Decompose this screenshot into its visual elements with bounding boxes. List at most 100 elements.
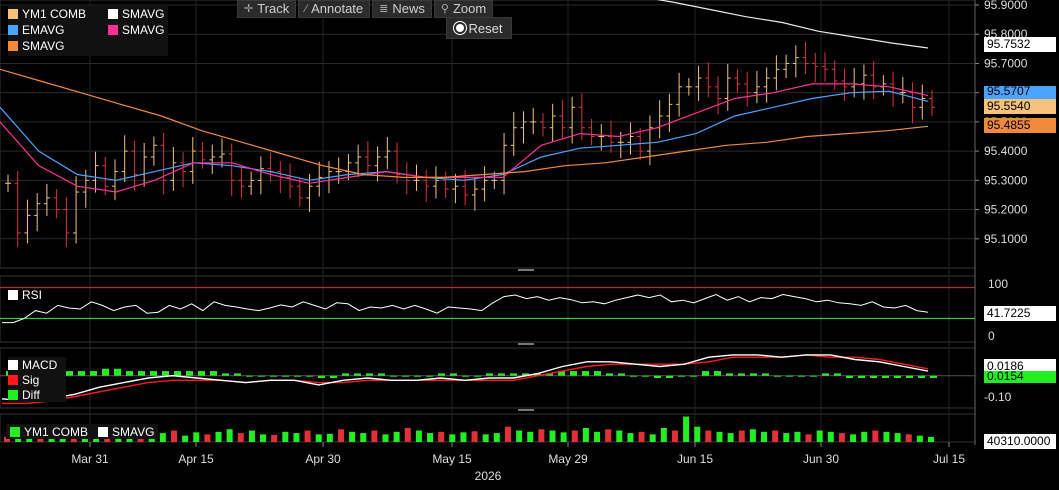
legend-item[interactable]: MACD: [8, 357, 66, 372]
legend-item[interactable]: SMAVG: [108, 6, 164, 21]
volume-bar: [293, 433, 300, 442]
macd-diff-bar: [390, 375, 397, 377]
volume-bar: [248, 430, 255, 442]
zoom-button[interactable]: ⚲ Zoom: [433, 0, 494, 18]
magnifier-icon: ⚲: [440, 3, 449, 15]
volume-bar: [170, 430, 177, 442]
legend-item[interactable]: EMAVG: [8, 22, 64, 37]
volume-bar: [638, 431, 645, 442]
macd-diff-bar: [90, 371, 97, 376]
price-axis-label: 95.7000: [984, 56, 1028, 70]
rsi-legend: RSI: [8, 287, 42, 302]
legend-item[interactable]: YM1 COMB: [10, 424, 88, 439]
volume-bar: [159, 433, 166, 442]
macd-diff-bar: [726, 373, 733, 376]
legend-item[interactable]: RSI: [8, 287, 42, 302]
volume-bar: [226, 429, 233, 442]
macd-diff-bar: [786, 375, 793, 377]
price-chart[interactable]: 95.900095.800095.700095.600095.500095.40…: [0, 0, 1059, 490]
macd-diff-bar: [510, 373, 517, 376]
legend-label: SMAVG: [112, 424, 155, 439]
legend-swatch: [8, 289, 18, 300]
volume-bar: [193, 432, 200, 442]
volume-bar: [337, 429, 344, 442]
macd-diff-bar: [894, 375, 901, 378]
macd-diff-bar: [210, 371, 217, 376]
volume-bar: [549, 430, 556, 442]
legend-item[interactable]: Sig: [8, 372, 66, 387]
volume-bar: [872, 430, 879, 442]
rsi-label: RSI: [22, 287, 43, 302]
date-axis-label: May 29: [548, 452, 588, 466]
macd-diff-bar: [618, 373, 625, 376]
chart-stage[interactable]: 95.900095.800095.700095.600095.500095.40…: [0, 0, 1059, 490]
volume-bar: [716, 431, 723, 442]
volume-bar: [861, 431, 868, 442]
legend-swatch: [10, 426, 20, 437]
macd-diff-bar: [282, 375, 289, 377]
macd-diff-bar: [126, 371, 133, 376]
diff-value-tag: 0.0154: [984, 371, 1056, 383]
annotate-button[interactable]: ∕ Annotate: [298, 0, 371, 18]
volume-bar: [683, 416, 690, 442]
track-button[interactable]: ✛ Track: [237, 0, 297, 18]
volume-bar: [382, 434, 389, 442]
volume-bar: [315, 434, 322, 442]
news-label: News: [392, 1, 425, 16]
macd-diff-bar: [426, 375, 433, 377]
legend-label: MACD: [22, 357, 58, 372]
rsi-axis-label: 100: [988, 277, 1008, 291]
volume-bar: [438, 431, 445, 442]
volume-bar: [415, 430, 422, 442]
volume-bar: [304, 430, 311, 442]
legend-item[interactable]: SMAVG: [108, 22, 164, 37]
legend-item[interactable]: SMAVG: [8, 38, 64, 53]
legend-item[interactable]: Diff: [8, 387, 66, 402]
volume-bar: [349, 431, 356, 442]
macd-diff-bar: [438, 373, 445, 376]
macd-diff-bar: [222, 373, 229, 376]
macd-diff-bar: [474, 375, 481, 377]
volume-bar: [260, 434, 267, 442]
macd-diff-bar: [486, 373, 493, 376]
crosshair-icon: ✛: [244, 3, 254, 15]
legend-label: SMAVG: [122, 22, 165, 37]
volume-bar: [271, 434, 278, 442]
news-button[interactable]: ≣ News: [372, 0, 432, 18]
macd-diff-bar: [654, 375, 661, 378]
volume-bar: [482, 434, 489, 442]
volume-bar: [516, 430, 523, 442]
volume-bar: [905, 434, 912, 442]
macd-diff-bar: [918, 375, 925, 378]
volume-bar: [838, 433, 845, 442]
volume-value-tag: 40310.0000: [984, 434, 1056, 449]
price-axis-label: 95.4000: [984, 144, 1028, 158]
macd-diff-bar: [630, 375, 637, 377]
volume-bar: [794, 431, 801, 442]
date-axis-label: Mar 31: [71, 452, 109, 466]
macd-diff-bar: [186, 371, 193, 376]
volume-bar: [237, 433, 244, 442]
volume-bar: [594, 431, 601, 442]
legend-swatch: [8, 359, 18, 370]
volume-bar: [738, 430, 745, 442]
rsi-value-tag: 41.7225: [984, 306, 1056, 321]
macd-diff-bar: [582, 371, 589, 376]
legend-item[interactable]: SMAVG: [98, 424, 154, 439]
legend-item[interactable]: YM1 COMB: [8, 6, 86, 21]
reset-button[interactable]: Reset: [446, 17, 512, 39]
price-axis-label: 95.2000: [984, 203, 1028, 217]
legend-swatch: [98, 426, 109, 437]
macd-diff-bar: [450, 373, 457, 376]
macd-diff-bar: [570, 371, 577, 376]
volume-bar: [538, 429, 545, 442]
macd-diff-bar: [606, 373, 613, 376]
volume-bar: [371, 430, 378, 442]
macd-axis-label: -0.10: [984, 390, 1012, 404]
volume-bar: [749, 429, 756, 442]
volume-bar: [493, 433, 500, 442]
macd-diff-bar: [342, 373, 349, 376]
volume-bar: [850, 434, 857, 442]
macd-diff-bar: [762, 373, 769, 376]
volume-bar: [761, 431, 768, 442]
